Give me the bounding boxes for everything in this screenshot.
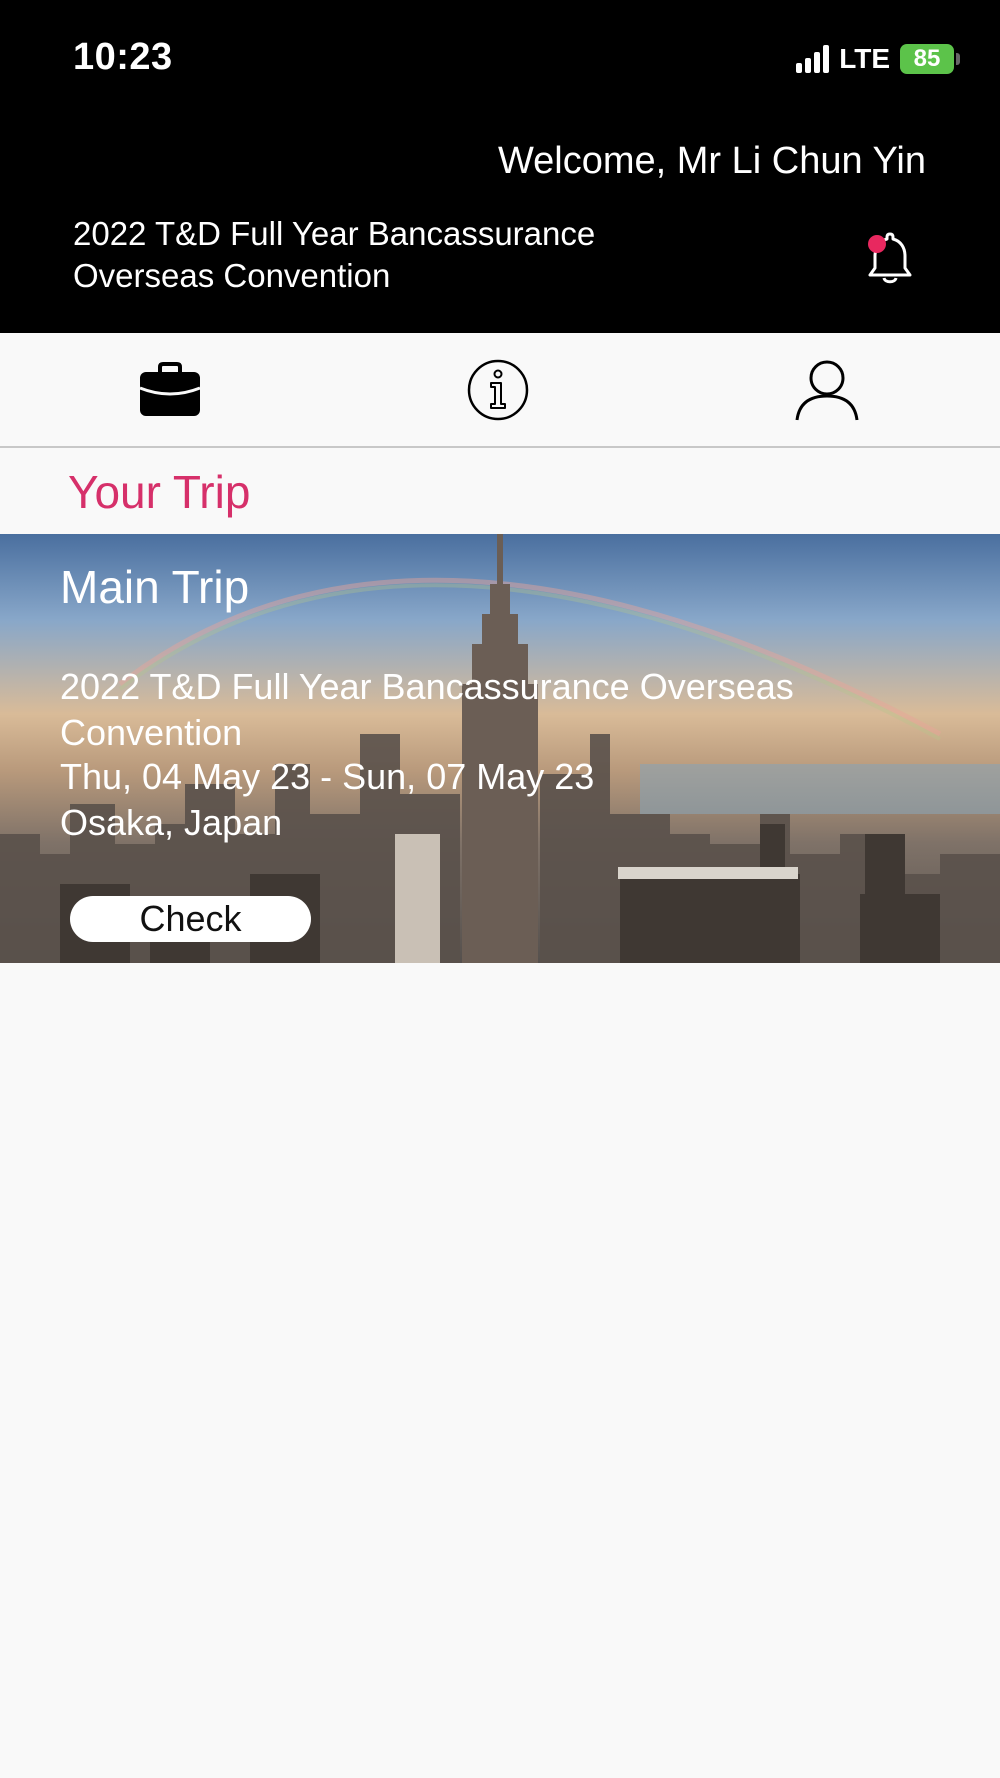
welcome-text: Welcome, Mr Li Chun Yin (497, 140, 926, 182)
app-header: 10:23 LTE 85 Welcome, Mr Li Chun Yin 202… (0, 0, 1000, 333)
info-icon (467, 359, 529, 420)
trip-dates: Thu, 04 May 23 - Sun, 07 May 23 (60, 756, 595, 797)
trip-label: Main Trip (60, 561, 250, 613)
tab-profile[interactable] (767, 333, 887, 446)
status-indicators: LTE 85 (796, 40, 960, 78)
status-time: 10:23 (73, 36, 173, 78)
network-label: LTE (839, 43, 890, 74)
tab-trip[interactable] (110, 333, 230, 446)
trip-name: 2022 T&D Full Year Bancassurance Oversea… (60, 666, 794, 753)
section-title: Your Trip (68, 466, 251, 518)
trip-card[interactable]: Main Trip 2022 T&D Full Year Bancassuran… (0, 534, 1000, 963)
check-button[interactable]: Check (70, 896, 311, 942)
trip-location: Osaka, Japan (60, 802, 283, 843)
tab-info[interactable] (438, 333, 558, 446)
event-title: 2022 T&D Full Year Bancassurance Oversea… (73, 215, 596, 294)
battery-level: 85 (900, 44, 954, 74)
user-icon (795, 360, 859, 420)
battery-icon: 85 (900, 44, 960, 74)
tab-bar (0, 333, 1000, 448)
signal-icon (796, 45, 830, 73)
briefcase-icon (139, 361, 201, 416)
notification-dot (868, 235, 886, 253)
